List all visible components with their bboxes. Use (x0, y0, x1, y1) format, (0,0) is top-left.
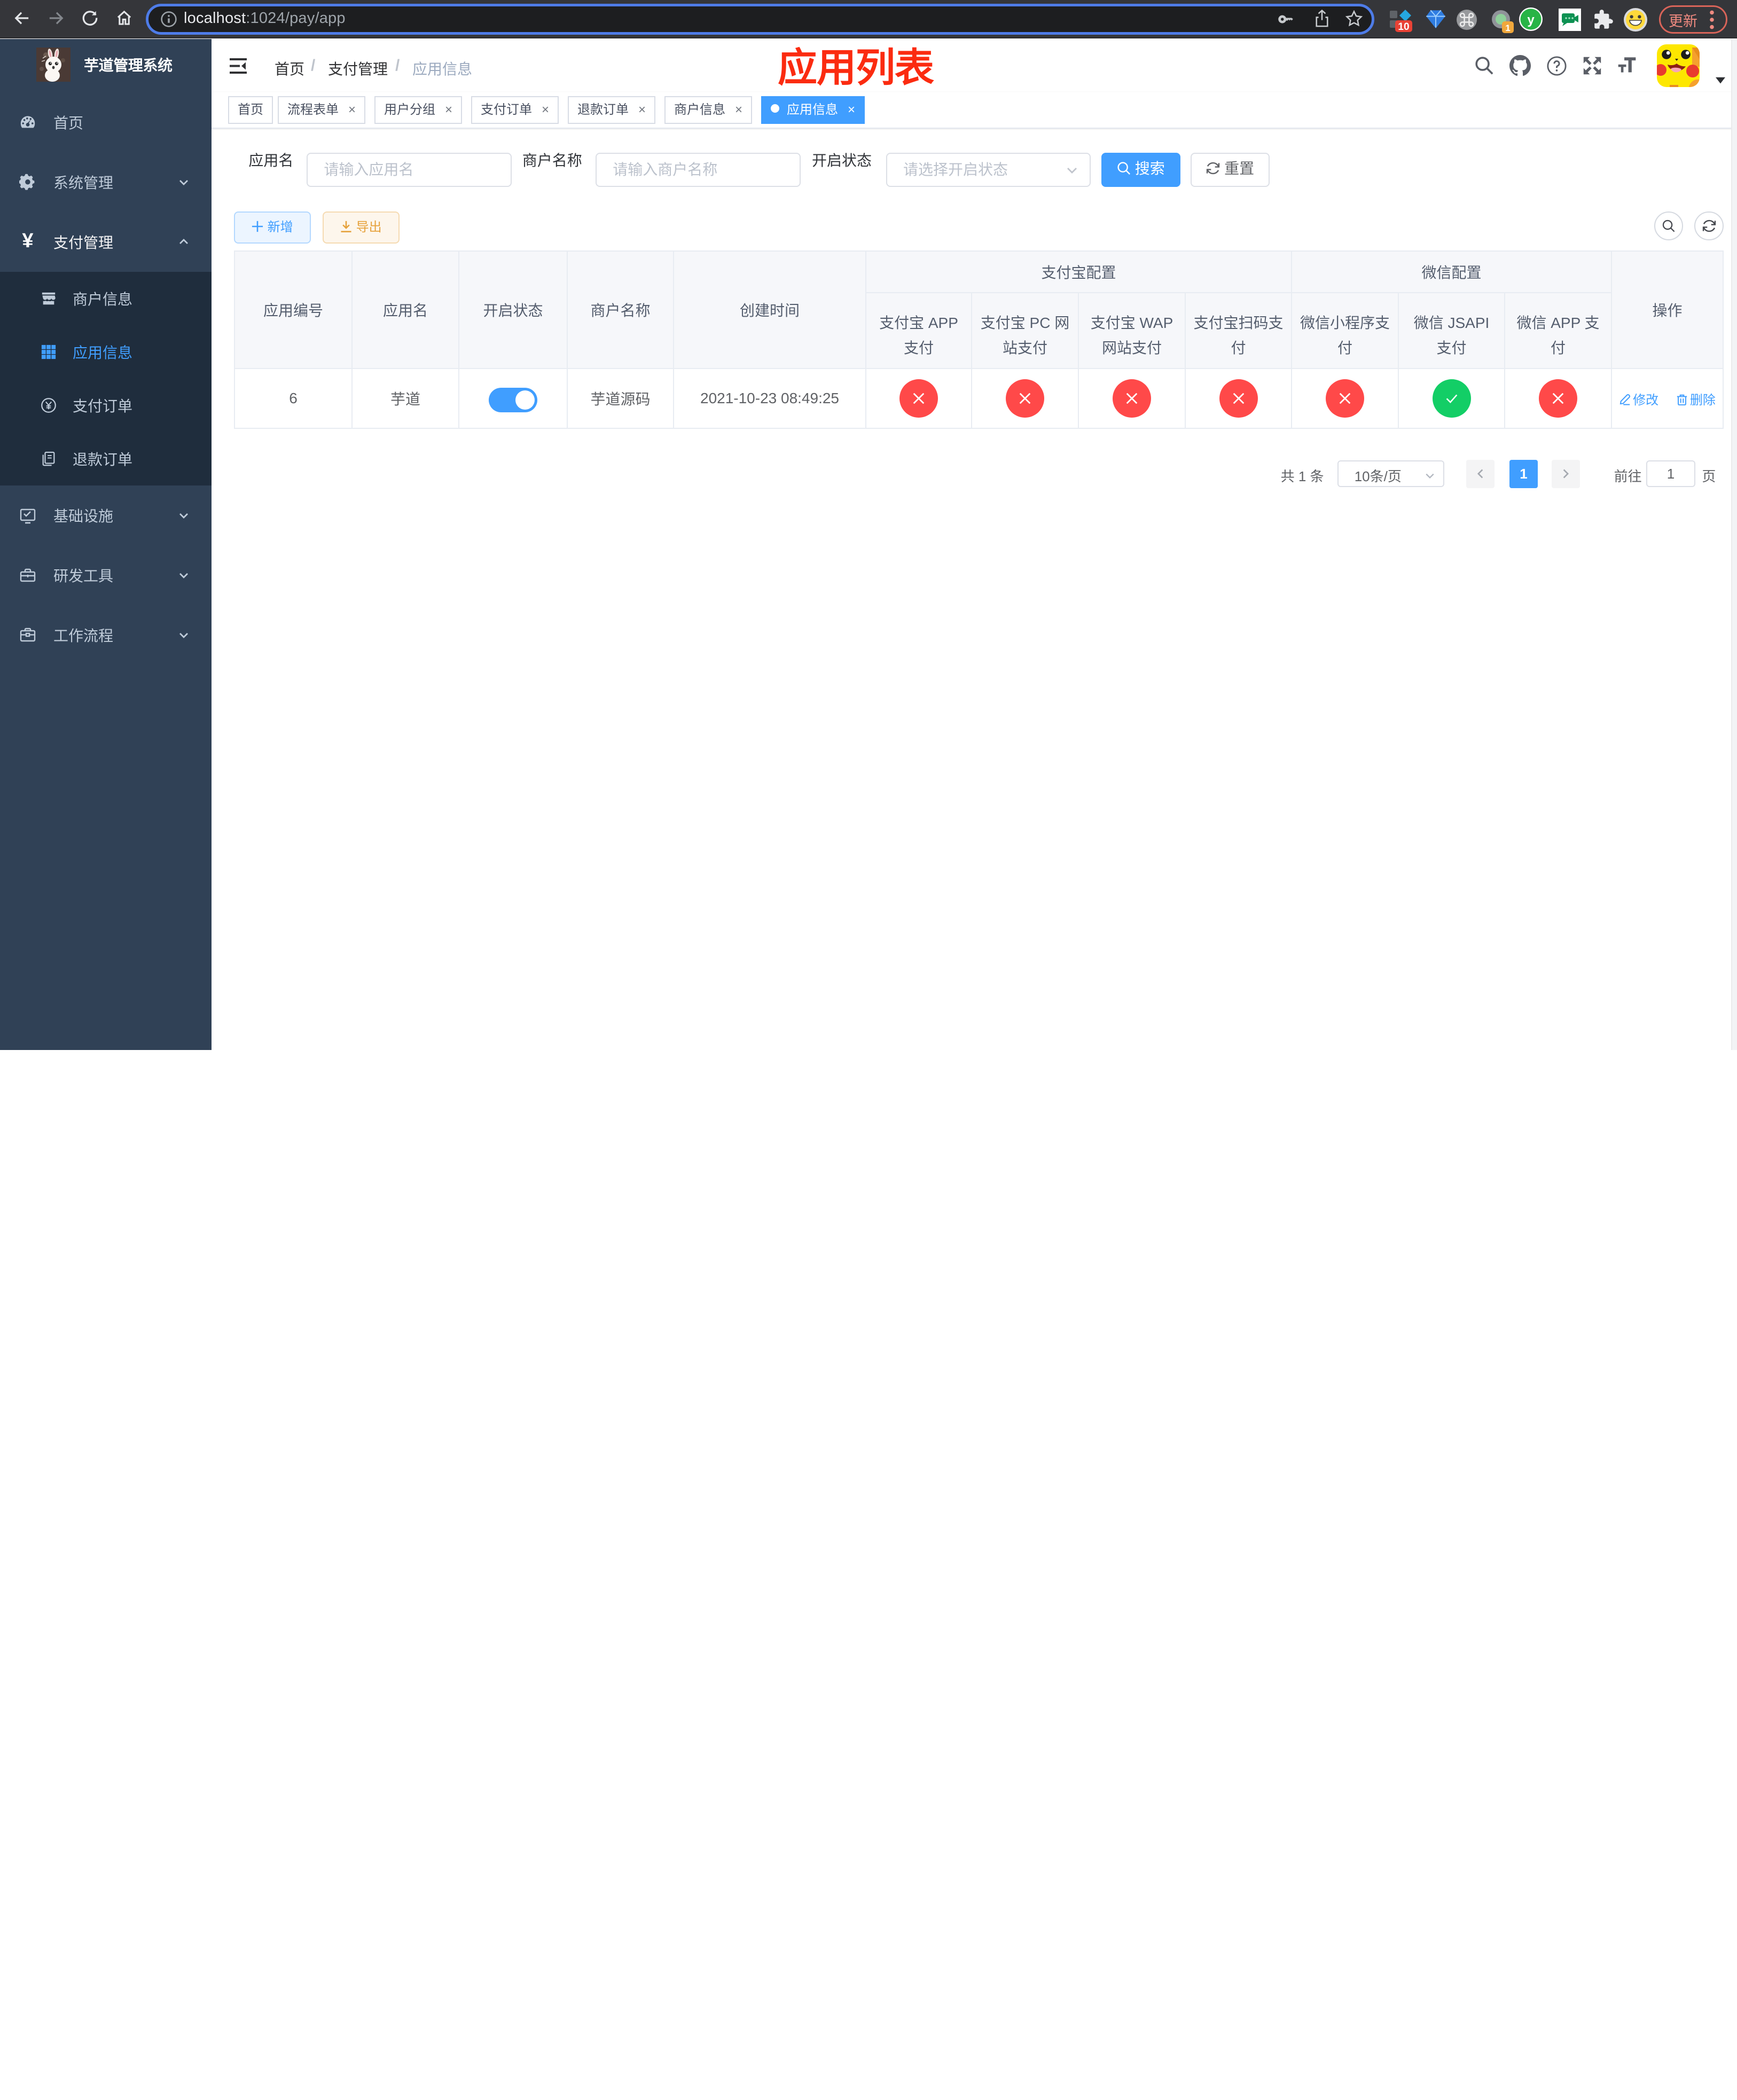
svg-text:y: y (1527, 13, 1535, 27)
svg-text:1: 1 (1505, 23, 1510, 33)
svg-text:10: 10 (1398, 21, 1409, 32)
